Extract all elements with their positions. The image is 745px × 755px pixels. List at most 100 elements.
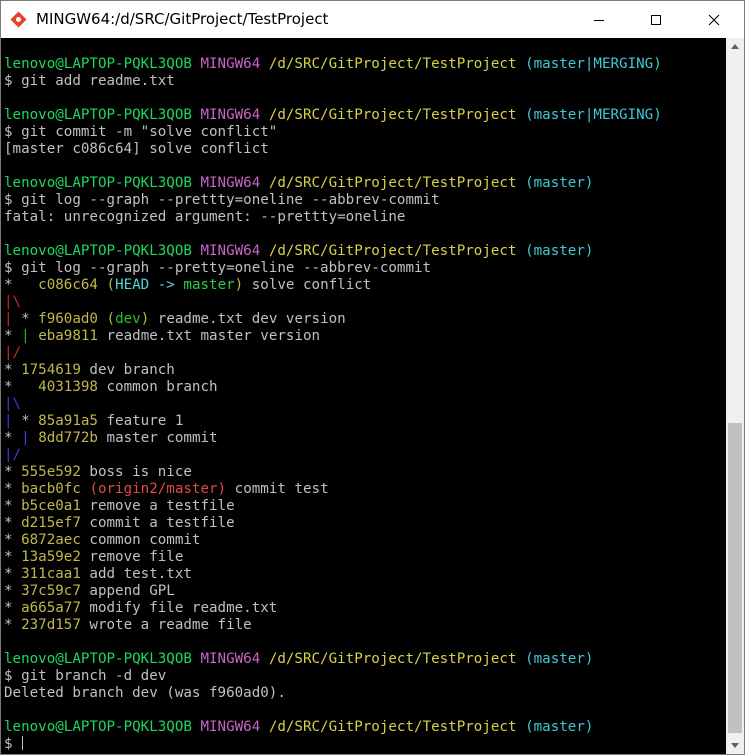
minimize-button[interactable] <box>576 1 622 38</box>
terminal-text-segment: b5ce0a1 <box>21 498 81 514</box>
terminal-line: * d215ef7 commit a testfile <box>4 515 662 532</box>
maximize-button[interactable] <box>633 1 679 38</box>
terminal-text-segment: lenovo@LAPTOP-PQKL3QOB <box>4 243 192 259</box>
terminal-line: $ git commit -m "solve conflict" <box>4 124 662 141</box>
terminal-text-segment: 1754619 <box>21 362 81 378</box>
terminal-text-segment: /d/SRC/GitProject/TestProject <box>268 175 517 191</box>
terminal-line: * | 8dd772b master commit <box>4 430 662 447</box>
chevron-up-icon <box>731 44 739 49</box>
terminal-text-segment: lenovo@LAPTOP-PQKL3QOB <box>4 719 192 735</box>
terminal-text-segment: * <box>4 583 22 599</box>
terminal-text-segment: * <box>4 532 22 548</box>
window-title: MINGW64:/d/SRC/GitProject/TestProject <box>36 10 329 28</box>
terminal-line: lenovo@LAPTOP-PQKL3QOB MINGW64 /d/SRC/Gi… <box>4 243 662 260</box>
terminal-text-segment: MINGW64 <box>200 56 261 72</box>
terminal-text-segment: ( <box>106 277 116 293</box>
terminal-line: [master c086c64] solve conflict <box>4 141 662 158</box>
terminal-output[interactable]: lenovo@LAPTOP-PQKL3QOB MINGW64 /d/SRC/Gi… <box>1 38 726 754</box>
terminal-text-segment: (master|MERGING) <box>525 56 662 72</box>
terminal-text-segment: solve conflict <box>243 277 372 293</box>
terminal-text-segment: lenovo@LAPTOP-PQKL3QOB <box>4 107 192 123</box>
terminal-text-segment: 6872aec <box>21 532 81 548</box>
vertical-scrollbar[interactable] <box>726 38 744 754</box>
close-icon <box>708 14 720 25</box>
terminal-text-segment: /d/SRC/GitProject/TestProject <box>268 243 517 259</box>
terminal-text-segment: 311caa1 <box>21 566 81 582</box>
terminal-text-segment: * <box>4 549 22 565</box>
terminal-text-segment: (master) <box>525 243 594 259</box>
terminal-text-segment: * <box>4 277 39 293</box>
terminal-text-segment: 8dd772b <box>38 430 98 446</box>
terminal-text-segment: readme.txt master version <box>97 328 321 344</box>
terminal-text-segment: HEAD -> <box>115 277 184 293</box>
terminal-text-segment: $ git log --graph --pretty=oneline --abb… <box>4 260 432 276</box>
terminal-line: | * 85a91a5 feature 1 <box>4 413 662 430</box>
terminal-text-segment: commit test <box>226 481 329 497</box>
terminal-text-segment: master commit <box>97 430 218 446</box>
terminal-text-segment: | <box>4 311 13 327</box>
terminal-line: lenovo@LAPTOP-PQKL3QOB MINGW64 /d/SRC/Gi… <box>4 107 662 124</box>
terminal-text-segment: MINGW64 <box>200 175 261 191</box>
terminal-text-segment: 4031398 <box>38 379 98 395</box>
terminal-text-segment: | <box>21 328 30 344</box>
terminal-text-segment: d215ef7 <box>21 515 81 531</box>
scroll-down-button[interactable] <box>726 737 744 754</box>
terminal-line: * | eba9811 readme.txt master version <box>4 328 662 345</box>
git-bash-icon <box>10 11 27 28</box>
terminal-text-segment: * <box>12 311 39 327</box>
terminal-text-segment: common branch <box>97 379 218 395</box>
terminal-text-segment: dev branch <box>80 362 175 378</box>
terminal-line: fatal: unrecognized argument: --prettty=… <box>4 209 662 226</box>
terminal-text-segment: | <box>4 413 13 429</box>
terminal-text-segment: $ <box>4 736 22 752</box>
scrollbar-thumb[interactable] <box>728 423 742 733</box>
terminal-line: * c086c64 (HEAD -> master) solve conflic… <box>4 277 662 294</box>
terminal-text-segment: modify file readme.txt <box>80 600 278 616</box>
terminal-text-segment: |/ <box>4 345 22 361</box>
terminal-text-segment: /d/SRC/GitProject/TestProject <box>268 107 517 123</box>
close-button[interactable] <box>691 1 737 38</box>
terminal-line: * 311caa1 add test.txt <box>4 566 662 583</box>
terminal-text-segment: [master c086c64] solve conflict <box>4 141 269 157</box>
terminal-text-segment: a665a77 <box>21 600 81 616</box>
terminal-text-segment: $ git branch -d dev <box>4 668 167 684</box>
terminal-text-segment: 37c59c7 <box>21 583 81 599</box>
terminal-text-segment: /d/SRC/GitProject/TestProject <box>268 56 517 72</box>
terminal-text-segment: commit a testfile <box>80 515 235 531</box>
terminal-text-segment: Deleted branch dev (was f960ad0). <box>4 685 286 701</box>
terminal-text-segment: * <box>12 413 39 429</box>
terminal-text-segment: (master|MERGING) <box>525 107 662 123</box>
terminal-text-segment: * <box>4 566 22 582</box>
terminal-text-segment: 237d157 <box>21 617 81 633</box>
terminal-line: $ git log --graph --prettty=oneline --ab… <box>4 192 662 209</box>
terminal-line: $ git branch -d dev <box>4 668 662 685</box>
terminal-text-segment: |/ <box>4 447 22 463</box>
terminal-line: $ git log --graph --pretty=oneline --abb… <box>4 260 662 277</box>
terminal-text-segment: $ git log --graph --prettty=oneline --ab… <box>4 192 440 208</box>
terminal-text-segment: * <box>4 600 22 616</box>
terminal-text-segment: common commit <box>80 532 201 548</box>
terminal-line: |/ <box>4 345 662 362</box>
title-bar[interactable]: MINGW64:/d/SRC/GitProject/TestProject <box>1 1 744 38</box>
terminal-text-segment: * <box>4 617 22 633</box>
scroll-up-button[interactable] <box>726 38 744 55</box>
chevron-down-icon <box>731 743 739 748</box>
terminal-line: * b5ce0a1 remove a testfile <box>4 498 662 515</box>
terminal-text-segment: $ git add readme.txt <box>4 73 175 89</box>
terminal-text-segment: 13a59e2 <box>21 549 81 565</box>
terminal-text-segment: dev <box>115 311 141 327</box>
terminal-text-segment: eba9811 <box>38 328 98 344</box>
terminal-text-segment: MINGW64 <box>200 719 261 735</box>
terminal-line: Deleted branch dev (was f960ad0). <box>4 685 662 702</box>
